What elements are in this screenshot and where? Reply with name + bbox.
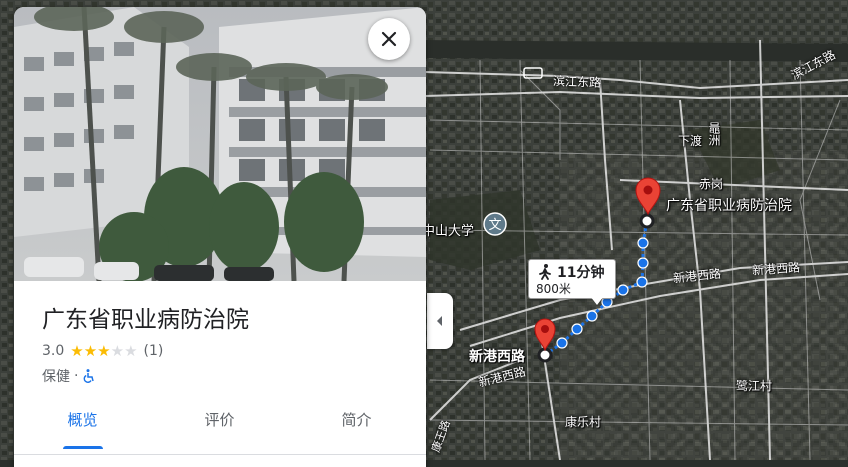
walking-icon — [539, 264, 551, 280]
wheelchair-icon — [84, 369, 95, 383]
road-label: 新港西路 — [751, 260, 801, 278]
rating-stars: ★ ★ ★ ★ ★ — [70, 341, 138, 360]
collapse-panel-button[interactable] — [427, 293, 453, 349]
route-dot — [556, 337, 568, 349]
route-distance: 800米 — [536, 282, 571, 296]
area-label: 鼂洲 — [707, 122, 721, 146]
place-photo[interactable] — [14, 7, 426, 281]
route-duration: 11分钟 — [557, 265, 605, 281]
place-details-panel: 广东省职业病防治院 3.0 ★ ★ ★ ★ ★ (1) 保健 · 概览 评价 简介 — [14, 7, 426, 467]
active-tab-indicator — [63, 446, 103, 449]
university-icon[interactable]: 文 — [483, 212, 507, 236]
svg-text:文: 文 — [488, 218, 501, 233]
star-icon: ★ — [97, 341, 111, 360]
place-title: 广东省职业病防治院 — [42, 307, 249, 333]
tab-about[interactable]: 简介 — [288, 402, 425, 452]
area-label: 鹭江村 — [736, 379, 773, 393]
divider — [14, 454, 426, 455]
category-label: 保健 — [42, 369, 70, 385]
destination-marker — [639, 213, 655, 229]
area-label: 赤岗 — [699, 177, 724, 191]
callout-pointer — [590, 296, 604, 305]
review-count[interactable]: (1) — [144, 343, 164, 359]
road-label: 滨江东路 — [552, 74, 602, 90]
rating-row[interactable]: 3.0 ★ ★ ★ ★ ★ (1) — [42, 343, 163, 359]
route-dot — [636, 276, 648, 288]
origin-label[interactable]: 新港西路 — [469, 346, 525, 366]
tab-reviews[interactable]: 评价 — [151, 402, 288, 452]
route-dot — [637, 257, 649, 269]
destination-label[interactable]: 广东省职业病防治院 — [666, 195, 792, 215]
route-dot — [617, 284, 629, 296]
poi-label: 中山大学 — [422, 224, 475, 239]
category-row: 保健 · — [42, 366, 95, 386]
area-label: 下渡 — [678, 134, 703, 148]
separator: · — [74, 368, 79, 384]
chevron-left-icon — [437, 316, 442, 326]
star-icon: ★ — [110, 341, 125, 360]
place-tabs: 概览 评价 简介 — [14, 402, 426, 452]
area-label: 康乐村 — [565, 415, 602, 429]
close-icon — [381, 31, 397, 47]
tab-overview[interactable]: 概览 — [14, 402, 151, 452]
route-dot — [571, 323, 583, 335]
route-dot — [586, 310, 598, 322]
route-info-callout[interactable]: 11分钟 800米 — [528, 259, 616, 299]
route-dot — [637, 237, 649, 249]
star-icon: ★ — [83, 341, 98, 360]
star-icon: ★ — [124, 341, 138, 360]
rating-value: 3.0 — [42, 343, 65, 359]
star-icon: ★ — [70, 341, 84, 360]
close-button[interactable] — [368, 18, 410, 60]
